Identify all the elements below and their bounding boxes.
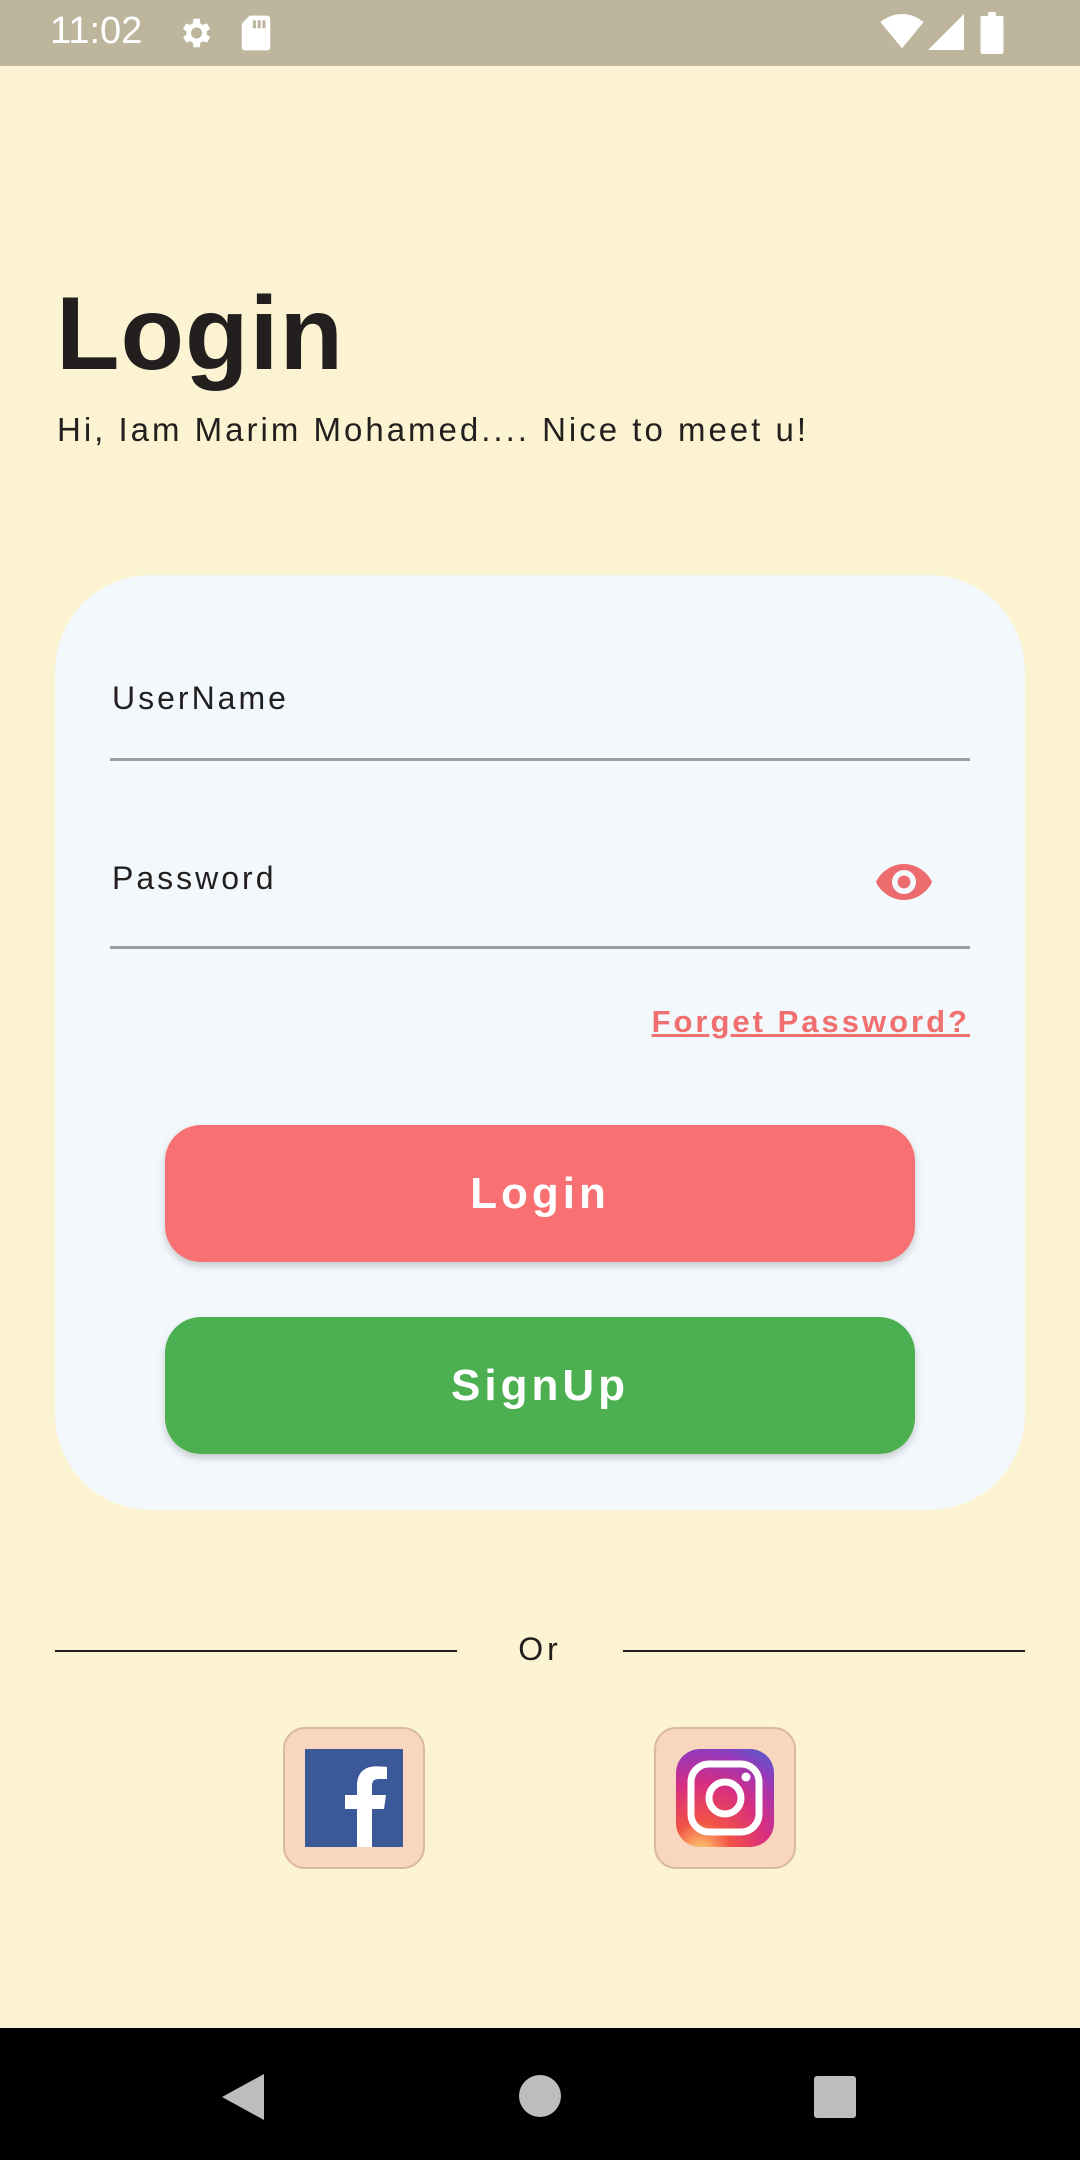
signup-button[interactable]: SignUp	[165, 1317, 915, 1454]
facebook-button[interactable]	[283, 1727, 425, 1869]
sd-card-icon	[241, 15, 271, 51]
password-underline	[110, 946, 970, 949]
signal-icon	[928, 14, 964, 50]
username-field[interactable]: UserName	[112, 680, 289, 717]
battery-icon	[980, 12, 1004, 54]
status-bar: 11:02	[0, 0, 1080, 66]
wifi-icon	[880, 14, 924, 49]
divider-right	[623, 1650, 1025, 1652]
home-icon[interactable]	[518, 2074, 562, 2118]
username-underline	[110, 758, 970, 761]
page-title: Login	[56, 276, 345, 392]
divider-text: Or	[518, 1631, 562, 1667]
back-icon[interactable]	[222, 2074, 264, 2120]
instagram-icon	[676, 1749, 774, 1847]
eye-icon[interactable]	[876, 860, 932, 904]
navigation-bar	[0, 2028, 1080, 2160]
facebook-icon	[305, 1749, 403, 1847]
page-subtitle: Hi, Iam Marim Mohamed.... Nice to meet u…	[57, 411, 810, 448]
divider-left	[55, 1650, 457, 1652]
forget-password-link[interactable]: Forget Password?	[652, 1004, 970, 1040]
recents-icon[interactable]	[814, 2076, 856, 2118]
password-field[interactable]: Password	[112, 860, 277, 897]
login-button[interactable]: Login	[165, 1125, 915, 1262]
gear-icon	[182, 18, 211, 48]
instagram-button[interactable]	[654, 1727, 796, 1869]
status-time: 11:02	[50, 10, 143, 52]
